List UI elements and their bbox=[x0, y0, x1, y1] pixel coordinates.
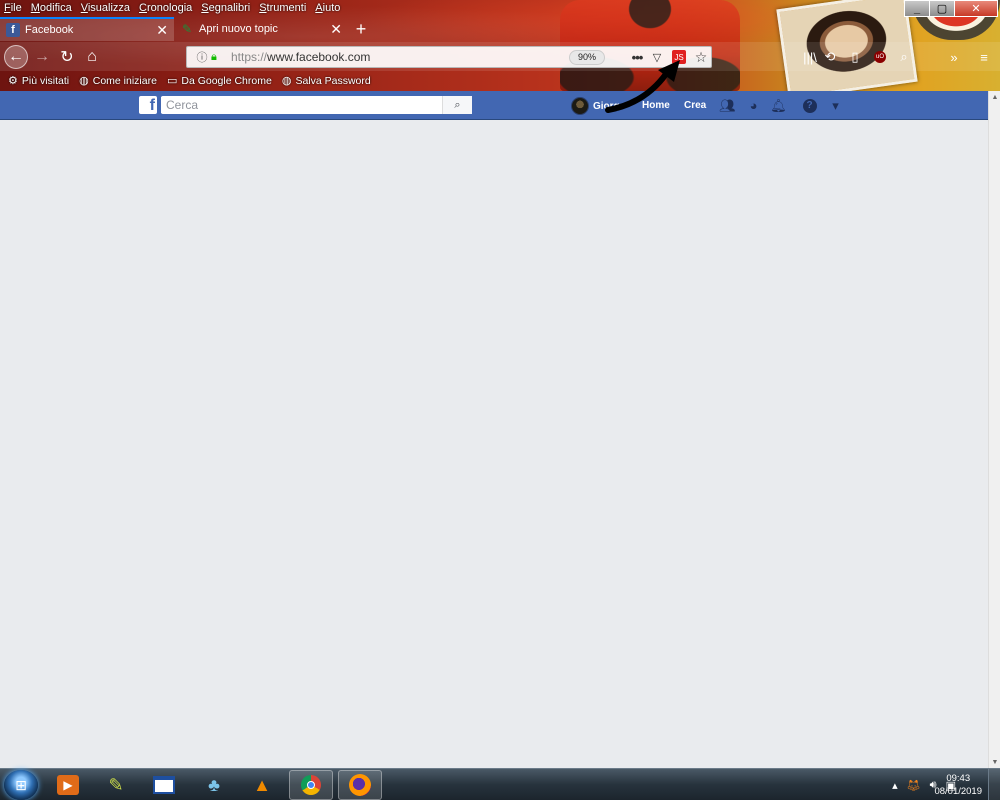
gear-icon: ⚙ bbox=[8, 75, 18, 87]
windows-taskbar: ⊞ ▶ ✎ ♣ ▲ ▴ 🦊︎ 🔊︎ ▣ 09:43 08/01/2019 bbox=[0, 768, 1000, 800]
sidebar-icon[interactable]: ▯ bbox=[845, 47, 865, 67]
messenger-icon[interactable]: ◕ bbox=[745, 97, 762, 114]
start-button[interactable]: ⊞ bbox=[4, 770, 38, 800]
friends-icon[interactable]: 👥︎ bbox=[719, 97, 736, 114]
tab-close-icon[interactable]: ✕ bbox=[330, 22, 342, 36]
bookmark-come-iniziare[interactable]: ◍ Come iniziare bbox=[79, 74, 157, 88]
menu-file[interactable]: File bbox=[4, 2, 22, 14]
lock-icon[interactable]: 🔒︎ bbox=[211, 51, 225, 64]
url-text[interactable]: https://www.facebook.com bbox=[231, 50, 569, 64]
metamask-icon[interactable]: 🦊︎ bbox=[907, 779, 921, 792]
clock-time: 09:43 bbox=[946, 773, 971, 784]
window-icon[interactable] bbox=[142, 770, 186, 800]
bookmark-label: Come iniziare bbox=[92, 74, 157, 87]
avatar bbox=[571, 97, 589, 115]
forward-arrow-icon[interactable]: → bbox=[30, 45, 54, 69]
menu-aiuto[interactable]: Aiuto bbox=[315, 2, 340, 14]
menu-segnalibri[interactable]: Segnalibri bbox=[201, 2, 250, 14]
new-tab-button[interactable]: + bbox=[348, 17, 374, 41]
minimize-button[interactable]: _ bbox=[904, 0, 930, 17]
browser-chrome: File Modifica Visualizza Cronologia Segn… bbox=[0, 0, 1000, 91]
facebook-favicon-icon: f bbox=[6, 23, 20, 37]
tab-apri-nuovo-topic[interactable]: ✎ Apri nuovo topic ✕ bbox=[174, 17, 348, 41]
search-button[interactable]: ⌕ bbox=[442, 96, 472, 114]
menu-bar: File Modifica Visualizza Cronologia Segn… bbox=[0, 0, 349, 16]
show-desktop-button[interactable] bbox=[988, 769, 1000, 800]
media-player-icon[interactable]: ▶ bbox=[46, 770, 90, 800]
library-icon[interactable]: |||\ bbox=[800, 47, 820, 67]
page-content bbox=[0, 120, 988, 768]
firefox-icon[interactable] bbox=[338, 770, 382, 800]
sync-icon[interactable]: ⟲ bbox=[820, 47, 840, 67]
scroll-down-icon[interactable]: ▼ bbox=[989, 756, 1000, 768]
menu-strumenti[interactable]: Strumenti bbox=[259, 2, 306, 14]
tab-label: Facebook bbox=[25, 24, 74, 36]
tab-facebook[interactable]: f Facebook ✕ bbox=[0, 17, 174, 41]
paint-icon[interactable]: ✎ bbox=[94, 770, 138, 800]
ublock-icon[interactable]: uO bbox=[870, 47, 890, 67]
close-window-button[interactable]: ✕ bbox=[954, 0, 998, 17]
bookmark-salva-password[interactable]: ◍ Salva Password bbox=[281, 74, 371, 88]
vlc-icon[interactable]: ▲ bbox=[240, 770, 284, 800]
menu-visualizza[interactable]: Visualizza bbox=[81, 2, 130, 14]
tab-label: Apri nuovo topic bbox=[199, 23, 278, 35]
scroll-up-icon[interactable]: ▲ bbox=[989, 91, 1000, 103]
reload-icon[interactable]: ↻ bbox=[55, 45, 79, 69]
tray-expand-icon[interactable]: ▴ bbox=[892, 779, 898, 792]
folder-icon: ▭ bbox=[166, 75, 178, 87]
bookmark-da-google-chrome[interactable]: ▭ Da Google Chrome bbox=[166, 74, 272, 88]
facebook-header: f ⌕ Giorg Home Crea 👥︎ ◕ 🔔︎ ? ▾ bbox=[0, 91, 988, 120]
bookmark-label: Salva Password bbox=[295, 74, 371, 87]
window-controls: _ ▢ ✕ bbox=[904, 0, 998, 17]
forum-favicon-icon: ✎ bbox=[181, 22, 193, 36]
tab-close-icon[interactable]: ✕ bbox=[156, 23, 168, 37]
maximize-button[interactable]: ▢ bbox=[929, 0, 955, 17]
back-arrow-icon[interactable]: ← bbox=[4, 45, 28, 69]
info-icon[interactable]: ⓘ bbox=[193, 49, 211, 65]
menu-cronologia[interactable]: Cronologia bbox=[139, 2, 192, 14]
navigation-toolbar: ← → ↻ ⌂ ⓘ 🔒︎ https://www.facebook.com 90… bbox=[0, 42, 1000, 71]
bookmark-label: Da Google Chrome bbox=[181, 74, 272, 87]
clock[interactable]: 09:43 08/01/2019 bbox=[934, 772, 982, 798]
bookmarks-toolbar: ⚙ Più visitati ◍ Come iniziare ▭ Da Google … bbox=[0, 71, 381, 90]
menu-modifica[interactable]: Modifica bbox=[31, 2, 72, 14]
facebook-logo-icon[interactable]: f bbox=[139, 96, 157, 114]
facebook-search: ⌕ bbox=[161, 96, 472, 114]
globe-icon: ◍ bbox=[79, 75, 89, 87]
clock-date: 08/01/2019 bbox=[934, 786, 982, 797]
overflow-icon[interactable]: » bbox=[944, 47, 964, 67]
help-icon[interactable]: ? bbox=[801, 97, 818, 114]
hamburger-icon[interactable]: ≡ bbox=[974, 47, 994, 67]
dropdown-icon[interactable]: ▾ bbox=[827, 97, 844, 114]
search-icon[interactable]: ⌕ bbox=[894, 47, 914, 67]
home-icon[interactable]: ⌂ bbox=[80, 45, 104, 69]
chrome-icon[interactable] bbox=[289, 770, 333, 800]
page-scrollbar[interactable]: ▲ ▼ bbox=[988, 91, 1000, 768]
annotation-arrow bbox=[605, 60, 680, 113]
tab-strip: f Facebook ✕ ✎ Apri nuovo topic ✕ + bbox=[0, 17, 374, 41]
star-icon[interactable]: ☆ bbox=[691, 49, 711, 66]
bookmark-piu-visitati[interactable]: ⚙ Più visitati bbox=[8, 74, 70, 88]
url-host: www.facebook.com bbox=[267, 50, 371, 64]
notifications-icon[interactable]: 🔔︎ bbox=[770, 97, 787, 114]
url-scheme: https:// bbox=[231, 50, 268, 64]
search-input[interactable] bbox=[161, 97, 443, 113]
network-icon[interactable]: ♣ bbox=[192, 770, 236, 800]
globe-icon: ◍ bbox=[281, 75, 292, 87]
bookmark-label: Più visitati bbox=[21, 74, 70, 87]
